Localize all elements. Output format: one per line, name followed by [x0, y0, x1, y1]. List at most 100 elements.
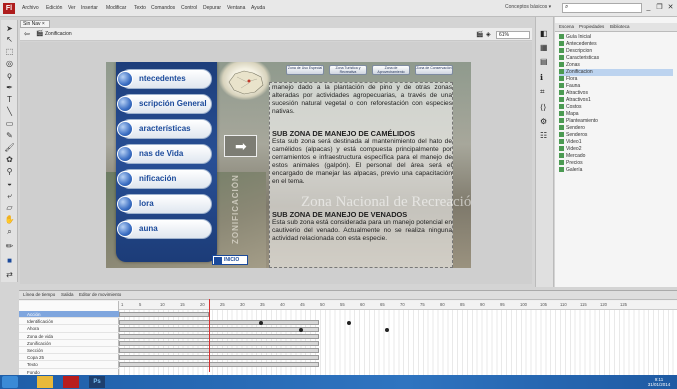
layer-row[interactable]: Zonificación: [19, 340, 119, 347]
tab-editor-movimiento[interactable]: Editor de movimiento: [79, 292, 121, 297]
menu-insertar[interactable]: Insertar: [81, 5, 98, 11]
scene-item[interactable]: Video2: [559, 146, 581, 153]
layer-row[interactable]: Copa 25: [19, 354, 119, 362]
frame-ruler[interactable]: 1 5 10 15 20 25 30 35 40 45 50 55 60 65 …: [119, 301, 677, 310]
menu-archivo[interactable]: Archivo: [22, 5, 39, 11]
menu-ayuda[interactable]: Ayuda: [251, 5, 265, 11]
zoom-tool-icon[interactable]: ⌕: [4, 227, 15, 236]
minimize-button[interactable]: _: [643, 2, 654, 13]
text-box[interactable]: manejo dado a la plantación de pino y de…: [269, 82, 453, 268]
scene-item[interactable]: Guía Inicial: [559, 34, 591, 41]
scene-item[interactable]: Descripcion: [559, 48, 592, 55]
scene-item[interactable]: Costos: [559, 104, 582, 111]
bone-tool-icon[interactable]: ⚲: [4, 167, 15, 176]
align-icon[interactable]: ▤: [540, 57, 548, 66]
start-button-icon[interactable]: [2, 376, 18, 388]
lasso-icon[interactable]: ϙ: [4, 71, 15, 80]
nav-descripcion-general[interactable]: scripción General: [117, 94, 212, 114]
tab-propiedades[interactable]: Propiedades: [579, 24, 604, 29]
layer-row[interactable]: Acción: [19, 311, 119, 319]
zone-turistica-button[interactable]: Zona Turística y Recreativa: [329, 65, 367, 75]
zone-aprovechamiento-button[interactable]: Zona de Aprovechamiento: [372, 65, 410, 75]
scene-item[interactable]: Galería: [559, 167, 582, 174]
free-transform-icon[interactable]: ⬚: [4, 47, 15, 56]
layer-row[interactable]: Zona de vida: [19, 333, 119, 340]
hand-tool-icon[interactable]: ✋: [4, 215, 15, 224]
inicio-button[interactable]: INICIO: [212, 255, 248, 265]
actions-icon[interactable]: ☷: [540, 131, 547, 140]
menu-depurar[interactable]: Depurar: [203, 5, 221, 11]
components-icon[interactable]: ⚙: [540, 117, 547, 126]
edit-scene-icon[interactable]: 🎬: [476, 31, 483, 38]
layer-row[interactable]: Sección: [19, 347, 119, 355]
keyframe[interactable]: [385, 328, 389, 332]
pen-tool-icon[interactable]: ✒: [4, 83, 15, 92]
selection-tool-icon[interactable]: ➤: [4, 24, 15, 33]
scene-item[interactable]: Fauna: [559, 83, 580, 90]
stroke-color-icon[interactable]: ✏: [4, 242, 15, 251]
menu-texto[interactable]: Texto: [134, 5, 146, 11]
layer-row[interactable]: Identificación: [19, 318, 119, 326]
frame-grid[interactable]: [119, 301, 677, 376]
playhead[interactable]: [209, 299, 210, 372]
code-snippets-icon[interactable]: ⟨⟩: [540, 103, 546, 112]
zone-uso-especial-button[interactable]: Zona de Uso Especial: [286, 65, 324, 75]
3d-rotation-icon[interactable]: ◎: [4, 59, 15, 68]
swatches-icon[interactable]: ▦: [540, 43, 548, 52]
document-tab[interactable]: Sin Nav ×: [20, 20, 50, 28]
menu-modificar[interactable]: Modificar: [106, 5, 126, 11]
photoshop-icon[interactable]: Ps: [89, 376, 105, 388]
layer-row[interactable]: Ahora: [19, 325, 119, 333]
scene-item[interactable]: Mercado: [559, 153, 585, 160]
scene-name[interactable]: Zonificacion: [45, 31, 72, 37]
scene-item[interactable]: Atractivos: [559, 90, 588, 97]
info-icon[interactable]: ℹ: [540, 73, 543, 82]
eyedropper-icon[interactable]: ⤶: [4, 191, 15, 200]
scene-item[interactable]: Mapa: [559, 111, 579, 118]
tab-salida[interactable]: Salida: [61, 292, 74, 297]
maximize-button[interactable]: ❐: [654, 2, 665, 13]
line-tool-icon[interactable]: ╲: [4, 107, 15, 116]
scene-item[interactable]: Video1: [559, 139, 581, 146]
scene-item[interactable]: Caracteristicas: [559, 55, 599, 62]
keyframe[interactable]: [259, 321, 263, 325]
edit-symbol-icon[interactable]: ◈: [486, 31, 491, 38]
paint-bucket-icon[interactable]: ◒: [4, 179, 15, 188]
brush-tool-icon[interactable]: 🖌: [4, 143, 15, 152]
rectangle-tool-icon[interactable]: ▭: [4, 119, 15, 128]
nav-flora[interactable]: lora: [117, 194, 212, 214]
deco-tool-icon[interactable]: ✿: [4, 155, 15, 164]
menu-comandos[interactable]: Comandos: [151, 5, 175, 11]
pencil-tool-icon[interactable]: ✎: [4, 131, 15, 140]
nav-zonas-de-vida[interactable]: nas de Vida: [117, 144, 212, 164]
zone-conservacion-button[interactable]: Zona de Conservación: [415, 65, 453, 75]
subselection-tool-icon[interactable]: ↖: [4, 35, 15, 44]
menu-ver[interactable]: Ver: [68, 5, 76, 11]
nav-caracteristicas[interactable]: aracterísticas: [117, 119, 212, 139]
menu-edicion[interactable]: Edición: [46, 5, 62, 11]
scene-item[interactable]: Senderos: [559, 132, 587, 139]
workspace-switcher[interactable]: Conceptos básicos ▾: [505, 4, 557, 13]
tab-linea-de-tiempo[interactable]: Línea de tiempo: [23, 292, 55, 297]
layer-row[interactable]: Texto: [19, 361, 119, 369]
flash-app-icon[interactable]: [63, 376, 79, 388]
tab-escena[interactable]: Escena: [559, 24, 574, 29]
search-input[interactable]: ⌕: [562, 3, 642, 13]
eraser-icon[interactable]: ▱: [4, 203, 15, 212]
scene-item-selected[interactable]: Zonificacion: [559, 69, 673, 76]
scene-item[interactable]: Flora: [559, 76, 577, 83]
scene-item[interactable]: Zonas: [559, 62, 580, 69]
system-clock[interactable]: 9:11 31/01/2014: [646, 377, 672, 387]
transform-icon[interactable]: ⌗: [540, 87, 545, 97]
scene-item[interactable]: Precios: [559, 160, 583, 167]
back-arrow-icon[interactable]: ⇦: [24, 30, 30, 38]
explorer-icon[interactable]: [37, 376, 53, 388]
scene-item[interactable]: Atractivos1: [559, 97, 591, 104]
nav-zonificacion[interactable]: nificación: [117, 169, 212, 189]
keyframe[interactable]: [299, 328, 303, 332]
menu-ventana[interactable]: Ventana: [227, 5, 245, 11]
close-button[interactable]: ✕: [665, 2, 676, 13]
scene-item[interactable]: Sendero: [559, 125, 585, 132]
keyframe[interactable]: [347, 321, 351, 325]
zoom-input[interactable]: 61%: [496, 31, 530, 39]
